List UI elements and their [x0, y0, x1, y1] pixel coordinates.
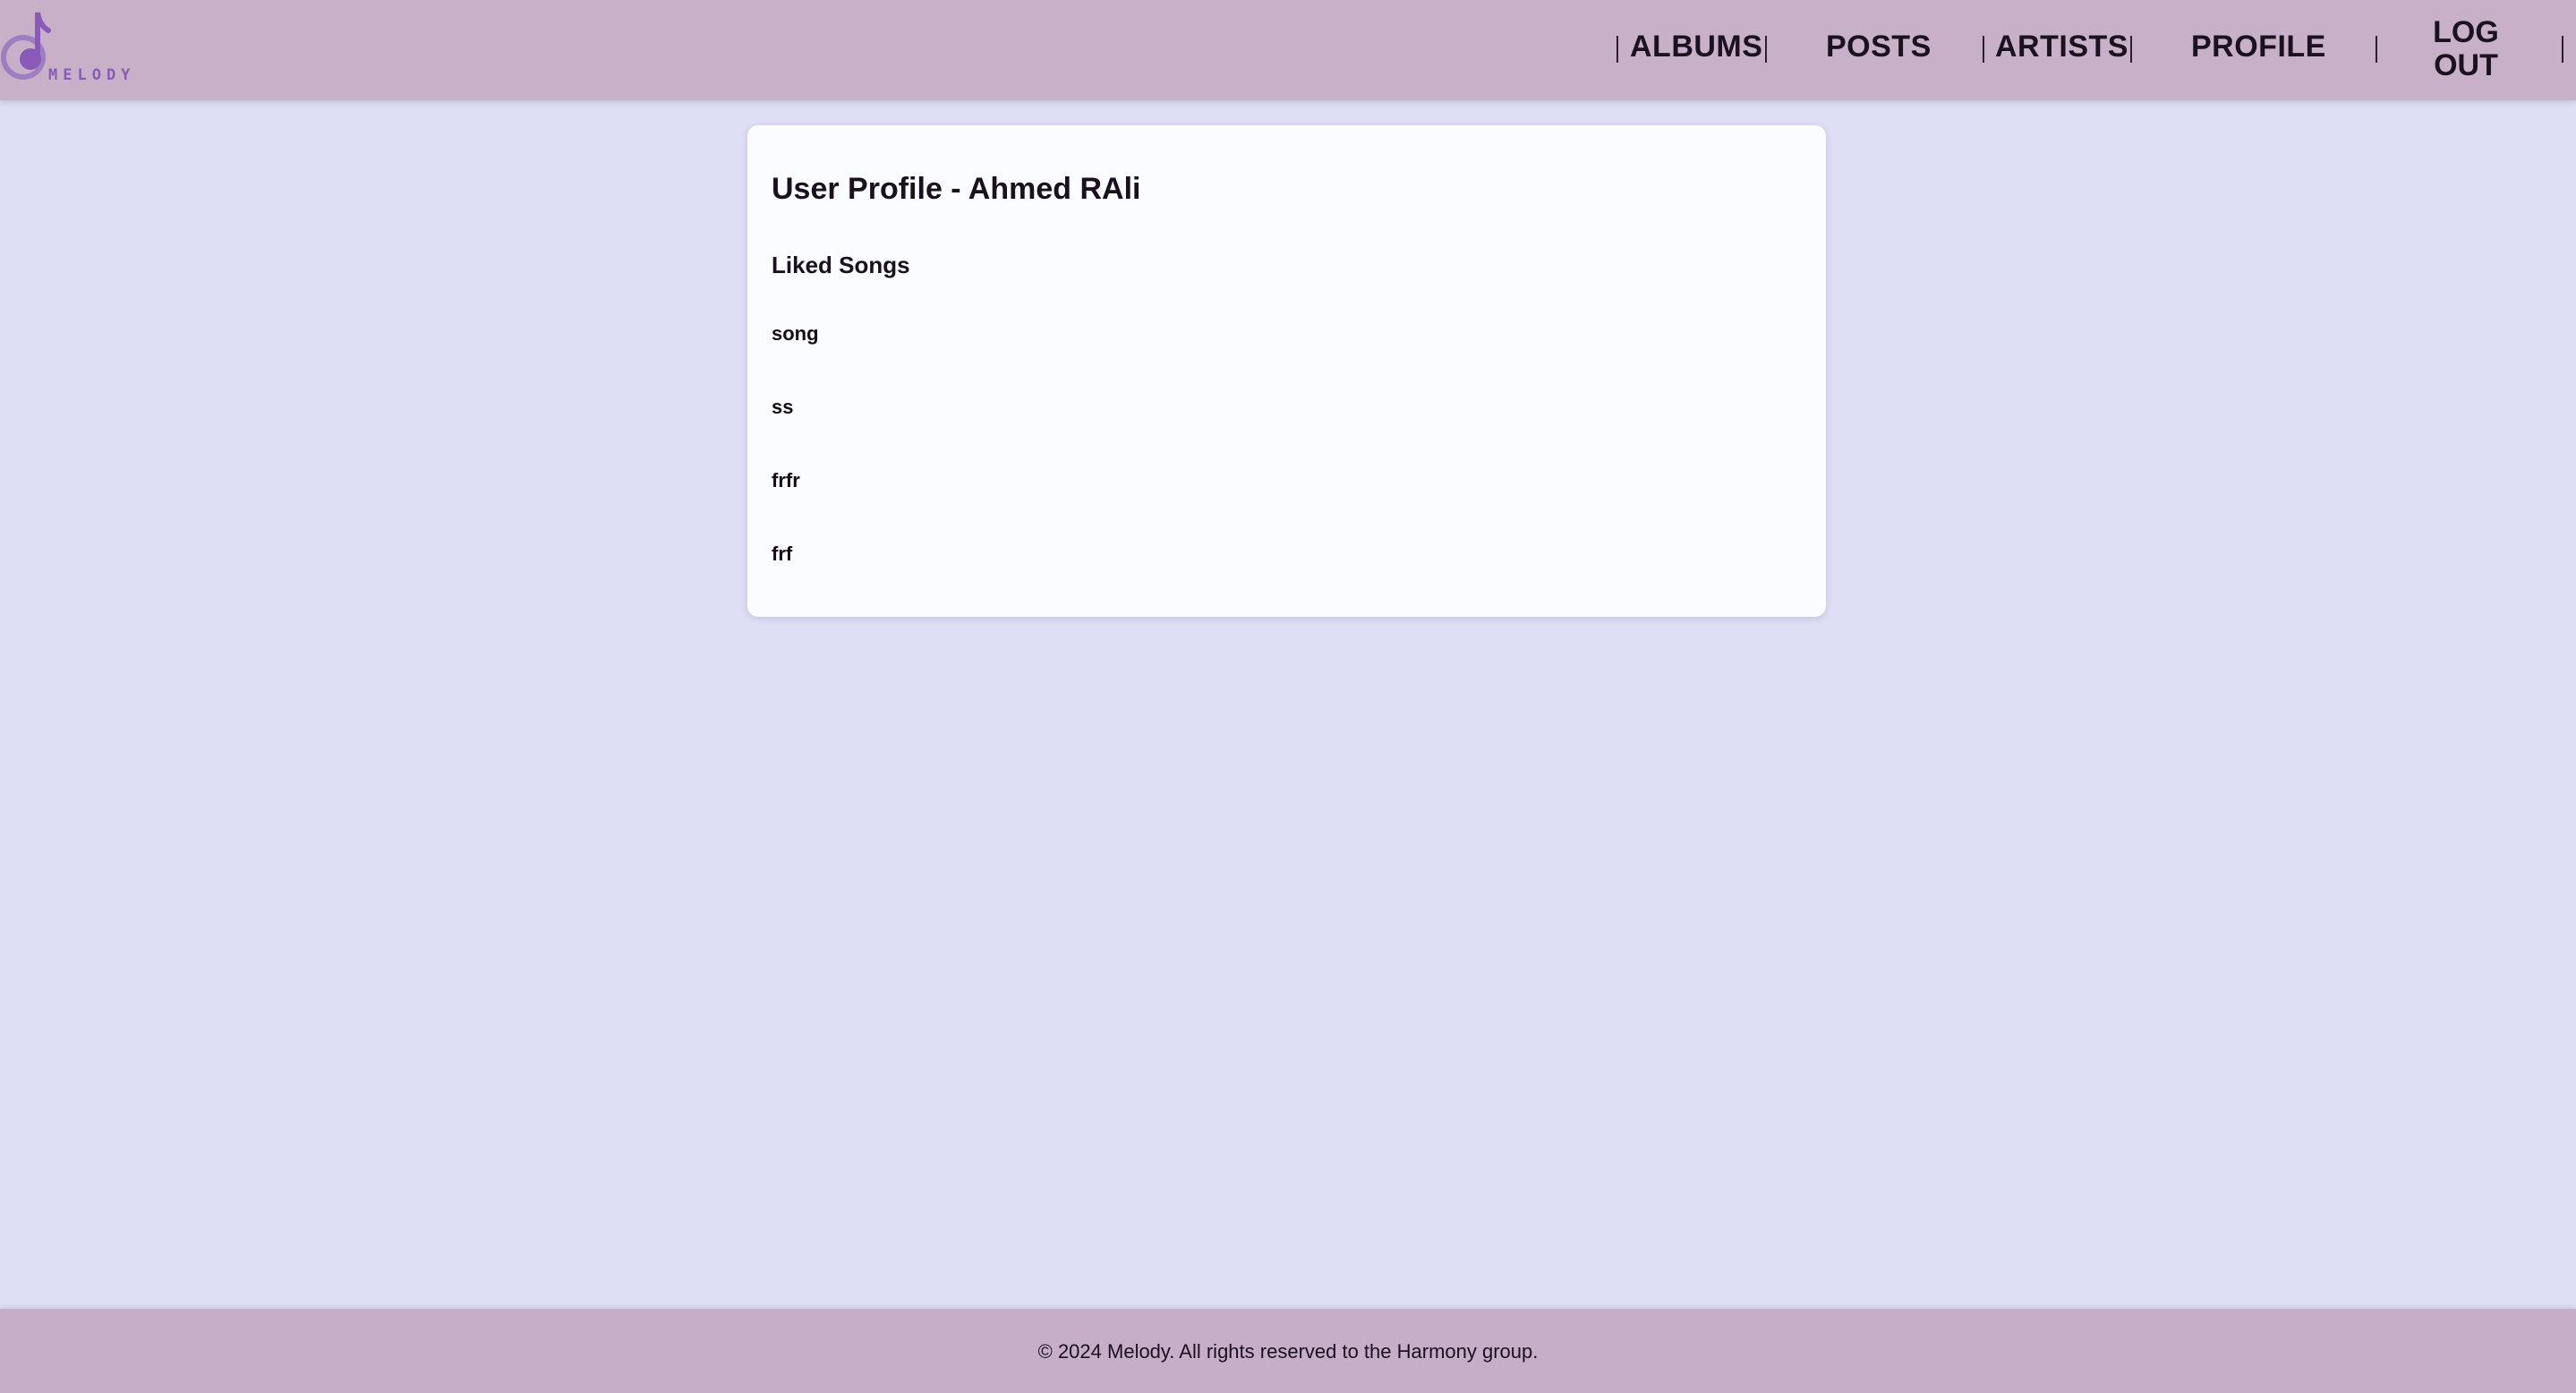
site-footer: © 2024 Melody. All rights reserved to th…	[0, 1309, 2576, 1393]
liked-songs-heading: Liked Songs	[772, 252, 910, 278]
nav-divider	[1616, 36, 1618, 63]
nav-divider	[1765, 36, 1767, 63]
nav-albums-link[interactable]: ALBUMS	[1630, 30, 1762, 64]
list-item[interactable]: frf	[772, 544, 819, 618]
nav-posts-link[interactable]: POSTS	[1826, 30, 1932, 64]
nav-divider	[2562, 36, 2563, 63]
list-item[interactable]: ss	[772, 397, 819, 471]
liked-songs-list: song ss frfr frf	[772, 324, 819, 618]
main-nav: ALBUMS POSTS ARTISTS PROFILE LOG OUT	[0, 0, 2576, 100]
site-header: MELODY ALBUMS POSTS ARTISTS PROFILE LOG …	[0, 0, 2576, 100]
profile-card: User Profile - Ahmed RAli Liked Songs so…	[747, 125, 1826, 617]
list-item[interactable]: frfr	[772, 471, 819, 544]
nav-divider	[1983, 36, 1984, 63]
nav-divider	[2130, 36, 2132, 63]
list-item[interactable]: song	[772, 324, 819, 397]
nav-divider	[2376, 36, 2377, 63]
logout-label-line1: LOG	[2433, 15, 2499, 49]
logout-button[interactable]: LOG OUT	[2417, 16, 2515, 82]
nav-profile-link[interactable]: PROFILE	[2191, 30, 2326, 64]
nav-artists-link[interactable]: ARTISTS	[1995, 30, 2128, 64]
logout-label-line2: OUT	[2434, 48, 2498, 82]
copyright-text: © 2024 Melody. All rights reserved to th…	[1037, 1340, 1539, 1363]
page-title: User Profile - Ahmed RAli	[772, 172, 1141, 206]
